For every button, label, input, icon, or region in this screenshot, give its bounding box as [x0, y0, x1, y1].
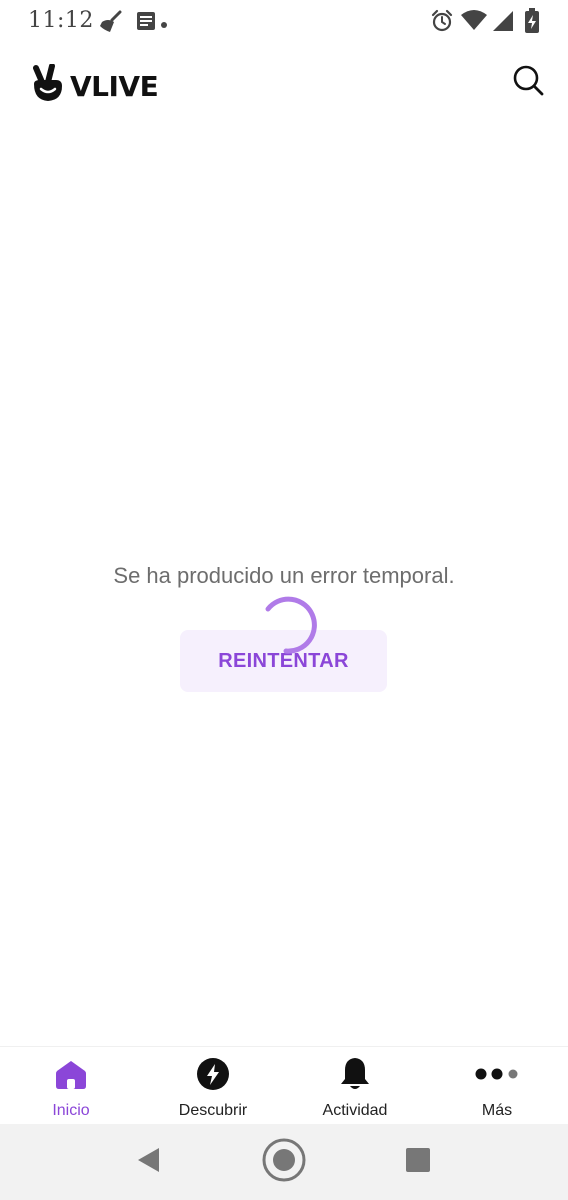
- back-icon: [135, 1146, 161, 1179]
- vlive-logo[interactable]: VLIVE: [30, 63, 159, 109]
- bell-icon: [339, 1057, 371, 1091]
- notes-icon: [136, 11, 156, 36]
- more-dots-icon: [474, 1057, 520, 1091]
- bottom-nav: Inicio Descubrir Actividad Más: [0, 1046, 568, 1124]
- status-bar: 11:12: [0, 0, 568, 44]
- dot-icon: [160, 16, 168, 34]
- lightning-icon: [196, 1057, 230, 1091]
- app-header: VLIVE: [0, 44, 568, 124]
- search-button[interactable]: [510, 64, 546, 100]
- error-message: Se ha producido un error temporal.: [113, 563, 455, 588]
- home-icon: [54, 1057, 88, 1091]
- nav-item-mas[interactable]: Más: [426, 1047, 568, 1125]
- logo-text: VLIVE: [70, 70, 159, 103]
- back-button[interactable]: [128, 1144, 168, 1180]
- system-nav: [0, 1124, 568, 1200]
- broom-icon: [98, 10, 124, 39]
- wifi-icon: [460, 9, 488, 36]
- loading-spinner-icon: [254, 592, 318, 656]
- status-time: 11:12: [28, 8, 94, 33]
- recents-icon: [405, 1147, 431, 1178]
- nav-item-inicio[interactable]: Inicio: [0, 1047, 142, 1125]
- nav-label-mas: Más: [481, 1102, 513, 1119]
- system-home-button[interactable]: [260, 1138, 308, 1186]
- nav-label-descubrir: Descubrir: [178, 1102, 248, 1119]
- search-icon: [512, 64, 544, 101]
- battery-charging-icon: [524, 8, 540, 39]
- nav-label-inicio: Inicio: [52, 1102, 90, 1119]
- nav-label-actividad: Actividad: [322, 1102, 388, 1119]
- home-circle-icon: [261, 1137, 307, 1188]
- peace-hand-icon: [30, 63, 66, 109]
- nav-item-actividad[interactable]: Actividad: [284, 1047, 426, 1125]
- signal-icon: [492, 10, 514, 37]
- nav-item-descubrir[interactable]: Descubrir: [142, 1047, 284, 1125]
- alarm-icon: [430, 9, 454, 38]
- recents-button[interactable]: [398, 1144, 438, 1180]
